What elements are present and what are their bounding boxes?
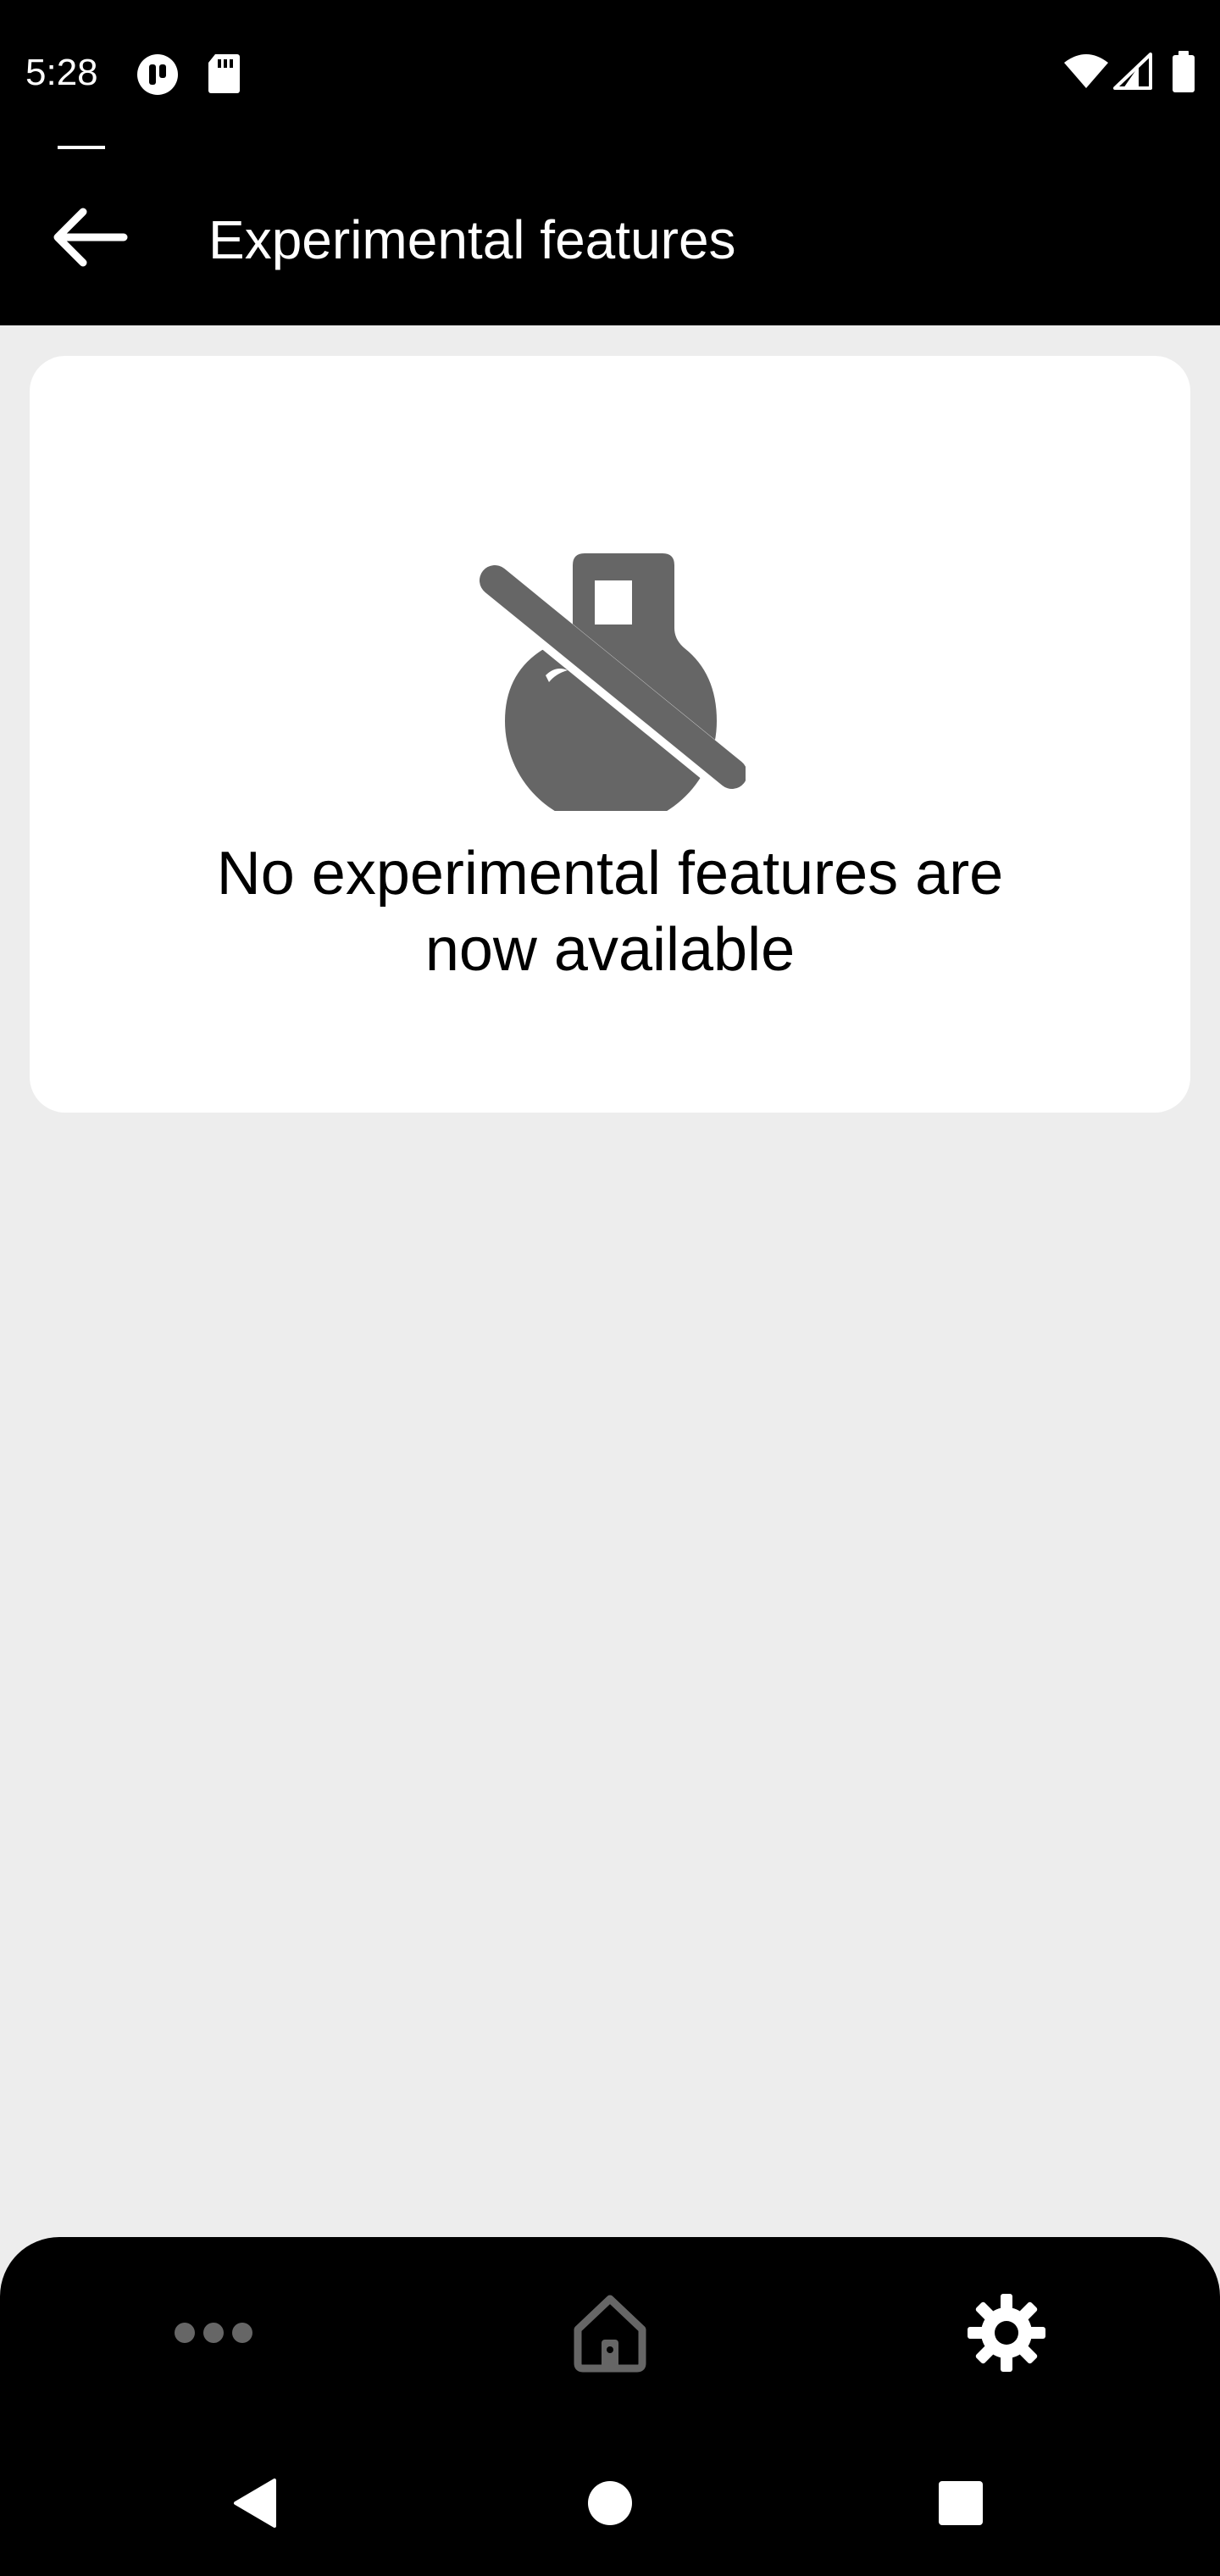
cell-signal-icon (1113, 53, 1152, 94)
science-off-icon (474, 547, 746, 818)
wifi-icon (1062, 53, 1110, 94)
empty-message-line-1: No experimental features are (216, 840, 1004, 908)
nav-more-button[interactable] (129, 2271, 298, 2398)
battery-icon (1171, 51, 1196, 97)
system-home-button[interactable] (551, 2454, 669, 2556)
empty-message-line-2: now available (424, 916, 796, 984)
system-back-button[interactable] (195, 2454, 313, 2556)
home-icon (569, 2292, 651, 2378)
system-recents-button[interactable] (901, 2454, 1020, 2556)
recents-square-icon (937, 2479, 984, 2531)
status-bar: 5:28 (0, 0, 1220, 144)
more-horiz-icon (173, 2320, 254, 2350)
nav-settings-button[interactable] (922, 2271, 1091, 2398)
scroll-indicator (58, 146, 105, 149)
media-notification-icon (136, 53, 180, 101)
arrow-back-icon (49, 205, 129, 274)
status-time: 5:28 (25, 52, 98, 93)
nav-home-button[interactable] (525, 2271, 695, 2398)
home-circle-icon (586, 2479, 634, 2531)
settings-icon (966, 2292, 1047, 2378)
page-title: Experimental features (208, 209, 736, 270)
back-button[interactable] (34, 188, 144, 290)
back-triangle-icon (230, 2477, 278, 2534)
empty-state-message: No experimental features are now availab… (115, 836, 1105, 988)
sd-card-icon (207, 53, 241, 99)
